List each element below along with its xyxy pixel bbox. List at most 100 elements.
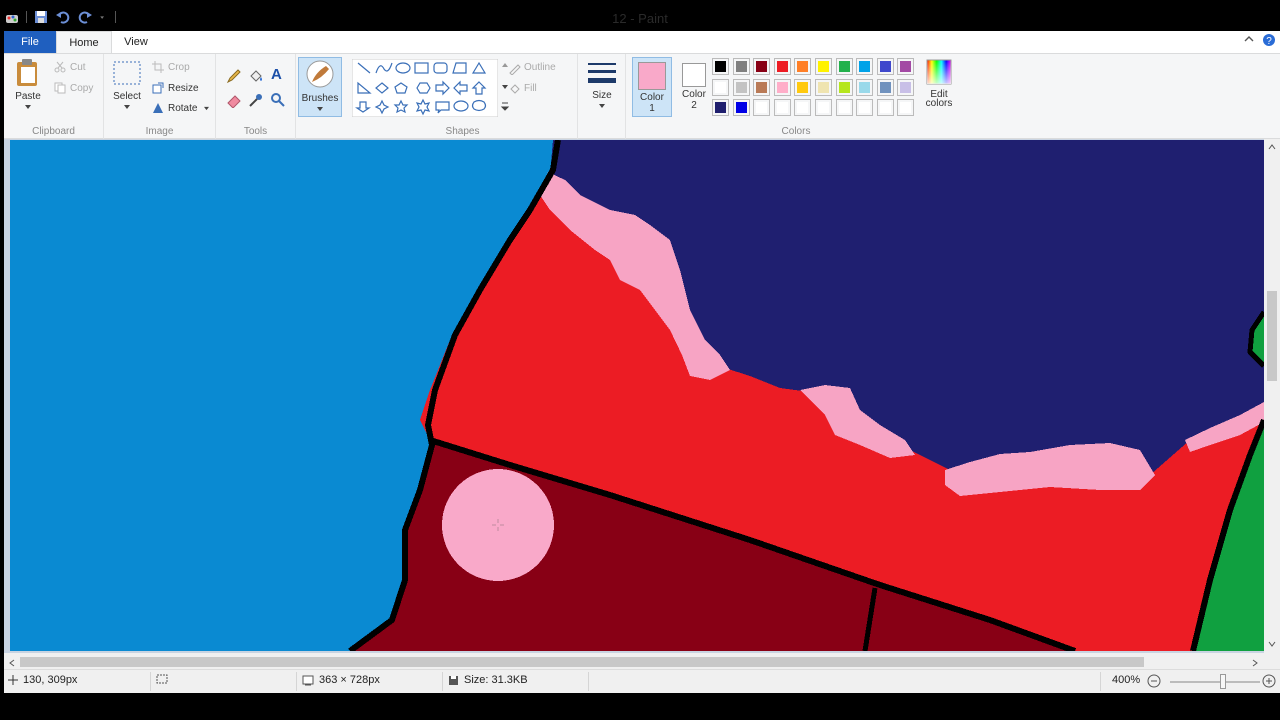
status-divider xyxy=(588,672,589,691)
scroll-down-icon[interactable] xyxy=(1268,641,1276,647)
palette-swatch[interactable] xyxy=(794,78,812,96)
palette-swatch[interactable] xyxy=(753,78,771,96)
zoom-slider-thumb[interactable] xyxy=(1220,674,1226,689)
scroll-up-icon[interactable] xyxy=(1268,144,1276,150)
palette-swatch-color xyxy=(797,102,809,113)
palette-swatch[interactable] xyxy=(897,99,915,116)
palette-swatch[interactable] xyxy=(876,78,894,96)
zoom-slider-track[interactable] xyxy=(1170,681,1260,683)
edit-colors-button[interactable]: Edit colors xyxy=(920,58,958,109)
palette-swatch-color xyxy=(776,102,788,113)
paste-dropdown-icon[interactable] xyxy=(24,104,32,110)
size-dropdown-icon[interactable] xyxy=(598,103,606,109)
palette-swatch-color xyxy=(776,61,788,72)
vertical-scrollbar[interactable] xyxy=(1264,139,1280,653)
tab-home[interactable]: Home xyxy=(56,31,112,53)
shapes-gallery[interactable] xyxy=(352,59,498,117)
cut-icon xyxy=(54,61,66,73)
clipboard-group-label: Clipboard xyxy=(32,126,75,137)
help-icon[interactable]: ? xyxy=(1262,33,1276,47)
image-group-label: Image xyxy=(145,126,174,137)
pencil-icon[interactable] xyxy=(226,68,242,84)
palette-swatch-color xyxy=(715,102,726,113)
palette-swatch-color xyxy=(797,81,809,93)
palette-swatch-color xyxy=(818,81,829,93)
palette-swatch[interactable] xyxy=(773,78,791,96)
scroll-right-icon[interactable] xyxy=(1252,659,1258,667)
palette-swatch[interactable] xyxy=(835,78,853,96)
palette-swatch[interactable] xyxy=(794,58,812,75)
brushes-dropdown-icon[interactable] xyxy=(316,106,324,112)
edit-colors-icon xyxy=(926,59,952,85)
brushes-button[interactable]: Brushes xyxy=(298,57,342,117)
palette-swatch-color xyxy=(900,81,912,93)
palette-swatch[interactable] xyxy=(876,99,894,116)
color2-button[interactable]: Color 2 xyxy=(676,57,712,117)
horizontal-scroll-thumb[interactable] xyxy=(20,657,1144,667)
palette-swatch[interactable] xyxy=(897,78,915,96)
select-button[interactable]: Select xyxy=(110,60,144,113)
rotate-button[interactable]: Rotate xyxy=(168,103,197,114)
paste-button[interactable]: Paste xyxy=(10,58,46,113)
palette-swatch[interactable] xyxy=(856,78,874,96)
copy-button[interactable]: Copy xyxy=(70,83,93,94)
palette-swatch[interactable] xyxy=(815,58,832,75)
palette-swatch-color xyxy=(756,81,768,93)
color1-button[interactable]: Color 1 xyxy=(632,57,672,117)
palette-swatch[interactable] xyxy=(876,58,894,75)
outline-button[interactable]: Outline xyxy=(524,62,556,73)
crop-button[interactable]: Crop xyxy=(168,62,190,73)
colors-group: Color 1 Color 2 Edit colors Colors xyxy=(626,54,966,139)
resize-button[interactable]: Resize xyxy=(168,83,199,94)
vertical-scroll-thumb[interactable] xyxy=(1267,291,1277,381)
eraser-icon[interactable] xyxy=(226,92,242,108)
palette-swatch[interactable] xyxy=(732,58,750,75)
status-divider xyxy=(442,672,443,691)
palette-swatch[interactable] xyxy=(815,78,832,96)
palette-swatch[interactable] xyxy=(712,58,729,75)
minimize-ribbon-icon[interactable] xyxy=(1244,34,1254,44)
palette-swatch-color xyxy=(715,61,726,72)
fill-bucket-icon[interactable] xyxy=(248,68,264,84)
tab-view[interactable]: View xyxy=(114,31,158,53)
palette-swatch-color xyxy=(735,81,747,93)
palette-swatch[interactable] xyxy=(712,78,729,96)
size-button[interactable]: Size xyxy=(584,59,620,112)
palette-swatch[interactable] xyxy=(732,99,750,116)
palette-swatch[interactable] xyxy=(732,78,750,96)
palette-swatch-color xyxy=(859,81,871,93)
cursor-position: 130, 309px xyxy=(8,674,77,686)
cut-button[interactable]: Cut xyxy=(70,62,86,73)
size-group: Size xyxy=(578,54,626,139)
palette-swatch[interactable] xyxy=(856,58,874,75)
palette-swatch[interactable] xyxy=(897,58,915,75)
zoom-in-icon[interactable] xyxy=(1262,674,1276,688)
color1-label-line2: 1 xyxy=(649,103,655,114)
palette-swatch[interactable] xyxy=(773,99,791,116)
tab-file[interactable]: File xyxy=(4,31,56,53)
rotate-dropdown-icon[interactable] xyxy=(203,106,210,111)
drawing-canvas[interactable] xyxy=(10,140,1264,651)
brush-icon xyxy=(306,60,334,88)
text-tool-icon[interactable]: A xyxy=(271,66,282,83)
palette-swatch[interactable] xyxy=(835,58,853,75)
scroll-left-icon[interactable] xyxy=(9,659,15,667)
palette-swatch[interactable] xyxy=(815,99,832,116)
magnifier-icon[interactable] xyxy=(270,92,286,108)
palette-swatch[interactable] xyxy=(835,99,853,116)
fill-button[interactable]: Fill xyxy=(524,83,537,94)
tools-group-label: Tools xyxy=(243,126,268,137)
palette-swatch[interactable] xyxy=(712,99,729,116)
color2-label-line1: Color xyxy=(682,89,706,100)
palette-swatch[interactable] xyxy=(753,58,771,75)
select-dropdown-icon[interactable] xyxy=(123,104,131,110)
palette-swatch[interactable] xyxy=(773,58,791,75)
color-picker-icon[interactable] xyxy=(248,92,264,108)
palette-swatch[interactable] xyxy=(856,99,874,116)
palette-swatch-color xyxy=(818,61,829,72)
zoom-out-icon[interactable] xyxy=(1147,674,1161,688)
palette-swatch[interactable] xyxy=(753,99,771,116)
color2-swatch xyxy=(682,63,706,87)
select-icon xyxy=(113,61,141,85)
palette-swatch[interactable] xyxy=(794,99,812,116)
